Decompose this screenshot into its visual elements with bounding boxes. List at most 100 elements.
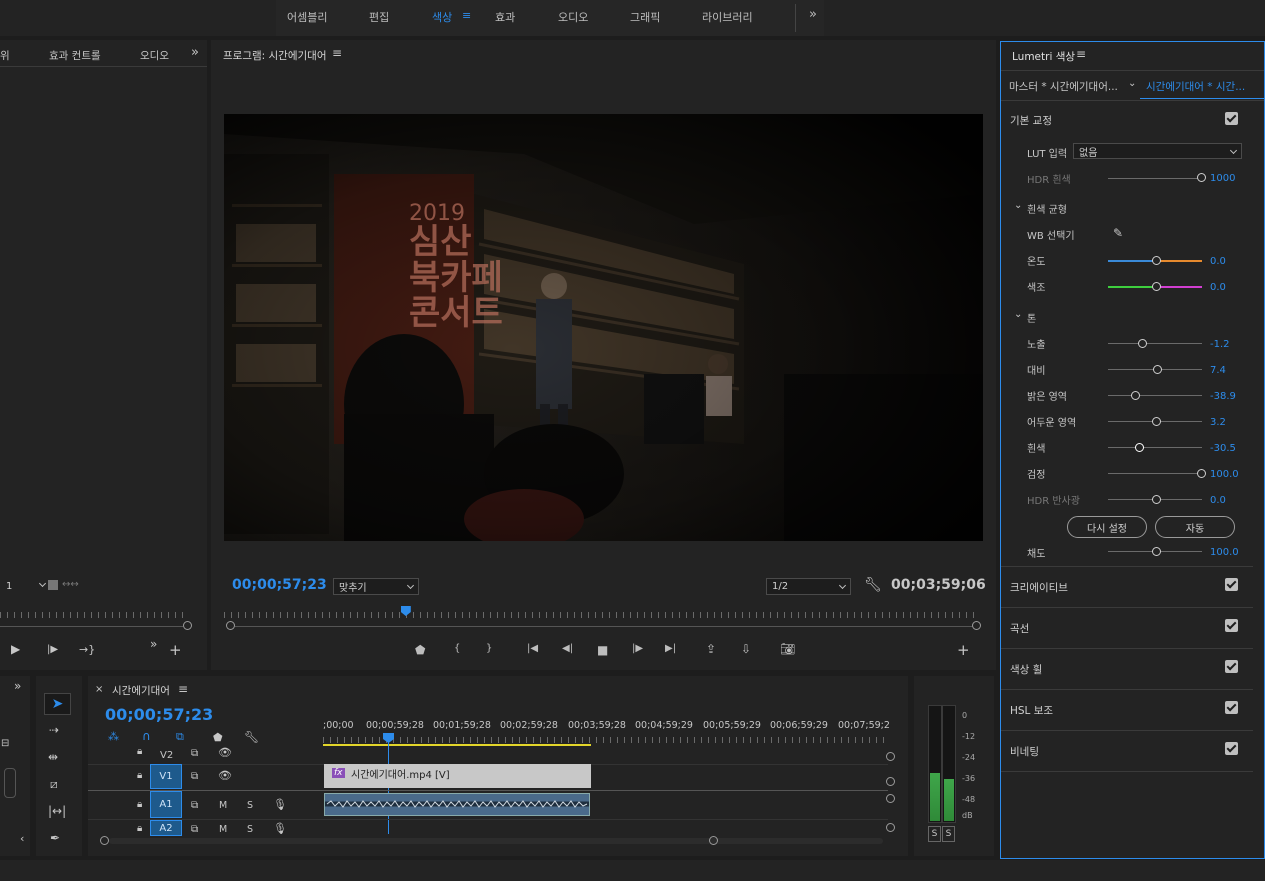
- tab-graphics[interactable]: 그래픽: [630, 9, 660, 25]
- highlights-slider-track[interactable]: [1108, 395, 1202, 396]
- ripple-edit-tool-icon[interactable]: ⇹: [48, 750, 58, 764]
- eyedropper-icon[interactable]: ✎: [1113, 226, 1123, 240]
- section-curves[interactable]: 곡선: [1010, 621, 1029, 636]
- video-frame[interactable]: 2019 심산 북카페 콘서트: [224, 114, 983, 541]
- auto-button[interactable]: 자동: [1155, 516, 1235, 538]
- workspace-menu-icon[interactable]: ≡: [462, 9, 471, 22]
- go-to-out-icon[interactable]: ▶|: [665, 643, 676, 654]
- timeline-zoom-start-handle[interactable]: [100, 836, 109, 845]
- section-hsl-secondary[interactable]: HSL 보조: [1010, 703, 1053, 718]
- tab-effect-controls[interactable]: 효과 컨트롤: [49, 48, 101, 63]
- color-wheels-checkbox[interactable]: [1225, 660, 1238, 673]
- tab-effects[interactable]: 효과: [495, 9, 515, 25]
- program-add-button-icon[interactable]: +: [957, 641, 970, 659]
- mute-button[interactable]: M: [219, 800, 227, 811]
- source-selector[interactable]: 1: [0, 579, 50, 593]
- tint-value[interactable]: 0.0: [1210, 282, 1226, 293]
- chevron-down-icon[interactable]: ⌄: [1128, 78, 1136, 89]
- close-icon[interactable]: ×: [95, 684, 103, 695]
- tint-slider-knob[interactable]: [1152, 282, 1161, 291]
- lock-icon[interactable]: 🔒︎: [137, 823, 142, 834]
- left-tab-partial[interactable]: 위: [0, 48, 10, 63]
- lumetri-tab-master[interactable]: 마스터 * 시간에기대어...: [1009, 79, 1118, 94]
- export-frame-camera-icon[interactable]: 📷︎: [780, 642, 795, 656]
- lut-input-select[interactable]: 없음: [1073, 143, 1242, 159]
- resolution-select[interactable]: 1/2: [766, 578, 851, 595]
- creative-checkbox[interactable]: [1225, 578, 1238, 591]
- section-white-balance[interactable]: 흰색 균형: [1027, 201, 1067, 216]
- play-icon[interactable]: ▶: [11, 642, 20, 656]
- blacks-value[interactable]: 100.0: [1210, 469, 1239, 480]
- sync-lock-icon[interactable]: ⧉: [191, 771, 198, 782]
- solo-button[interactable]: S: [247, 824, 253, 835]
- shadows-slider-knob[interactable]: [1152, 417, 1161, 426]
- lumetri-menu-icon[interactable]: ≡: [1076, 47, 1086, 61]
- vignette-checkbox[interactable]: [1225, 742, 1238, 755]
- zoom-level-select[interactable]: 맞추기: [333, 578, 419, 595]
- nest-sequence-icon[interactable]: ⁂: [108, 730, 119, 743]
- track-select-tool-icon[interactable]: ⇢: [49, 723, 59, 737]
- reset-button[interactable]: 다시 설정: [1067, 516, 1147, 538]
- tab-libraries[interactable]: 라이브러리: [702, 9, 753, 25]
- lock-icon[interactable]: 🔒︎: [137, 799, 142, 810]
- temperature-value[interactable]: 0.0: [1210, 256, 1226, 267]
- shadows-value[interactable]: 3.2: [1210, 417, 1226, 428]
- microphone-icon[interactable]: 🎙︎: [273, 798, 287, 811]
- video-clip[interactable]: fx 시간에기대어.mp4 [V]: [324, 764, 591, 788]
- timeline-zoom-bar[interactable]: [109, 838, 883, 844]
- timeline-settings-wrench-icon[interactable]: 🔧︎: [244, 730, 259, 744]
- tab-audio-mixer[interactable]: 오디오: [140, 48, 169, 63]
- mark-out-icon[interactable]: }: [486, 643, 492, 654]
- pen-tool-icon[interactable]: ✒: [50, 831, 60, 845]
- razor-tool-icon[interactable]: ⧄: [50, 777, 58, 792]
- program-zoom-end-handle[interactable]: [972, 621, 981, 630]
- track-a1-target[interactable]: A1: [150, 791, 182, 818]
- whites-slider-knob[interactable]: [1135, 443, 1144, 452]
- section-color-wheels[interactable]: 색상 휠: [1010, 662, 1042, 677]
- mark-in-icon[interactable]: {: [454, 643, 460, 654]
- section-creative[interactable]: 크리에이티브: [1010, 580, 1068, 595]
- selection-tool-icon[interactable]: ➤: [44, 693, 71, 715]
- timeline-zoom-end-handle[interactable]: [709, 836, 718, 845]
- eye-icon[interactable]: 👁︎: [218, 746, 232, 759]
- blacks-slider-knob[interactable]: [1197, 469, 1206, 478]
- eye-icon[interactable]: 👁︎: [218, 769, 232, 782]
- audio-clip[interactable]: [324, 793, 590, 816]
- left-add-button-icon[interactable]: +: [169, 641, 182, 659]
- track-scroll-handle[interactable]: [886, 752, 895, 761]
- exposure-slider-knob[interactable]: [1138, 339, 1147, 348]
- left-transport-more-icon[interactable]: »: [150, 637, 157, 651]
- curves-checkbox[interactable]: [1225, 619, 1238, 632]
- contrast-slider-knob[interactable]: [1153, 365, 1162, 374]
- add-marker-icon[interactable]: ⬟: [415, 643, 425, 657]
- lock-icon[interactable]: 🔒︎: [137, 770, 142, 781]
- timeline-title[interactable]: 시간에기대어: [112, 683, 170, 698]
- program-menu-icon[interactable]: ≡: [332, 46, 342, 60]
- sync-lock-icon[interactable]: ⧉: [191, 824, 198, 835]
- tab-audio[interactable]: 오디오: [558, 9, 588, 25]
- source-insert-icon[interactable]: [48, 580, 58, 590]
- project-more-icon[interactable]: »: [14, 679, 21, 693]
- slip-tool-icon[interactable]: |↔|: [48, 804, 66, 818]
- program-monitor-title[interactable]: 프로그램: 시간에기대어: [223, 48, 326, 63]
- linked-selection-icon[interactable]: ⧉: [176, 730, 184, 744]
- saturation-slider-knob[interactable]: [1152, 547, 1161, 556]
- saturation-value[interactable]: 100.0: [1210, 547, 1239, 558]
- section-tone[interactable]: 톤: [1027, 310, 1036, 325]
- section-vignette[interactable]: 비네팅: [1010, 744, 1039, 759]
- snap-magnet-icon[interactable]: ∩: [142, 729, 151, 743]
- chevron-down-icon[interactable]: ⌄: [1014, 309, 1022, 320]
- lift-icon[interactable]: ⇪: [706, 642, 716, 656]
- solo-left-button[interactable]: S: [928, 826, 941, 842]
- stop-icon[interactable]: ■: [597, 643, 608, 657]
- project-search-icon[interactable]: ⊟: [1, 738, 9, 749]
- work-area-bar[interactable]: [323, 744, 591, 746]
- exposure-value[interactable]: -1.2: [1210, 339, 1230, 350]
- track-a2-target[interactable]: A2: [150, 820, 182, 836]
- hsl-secondary-checkbox[interactable]: [1225, 701, 1238, 714]
- go-to-out-icon[interactable]: →}: [79, 643, 95, 656]
- track-v2-label[interactable]: V2: [160, 750, 173, 761]
- track-scroll-handle[interactable]: [886, 823, 895, 832]
- track-scroll-handle[interactable]: [886, 794, 895, 803]
- section-basic-correction[interactable]: 기본 교정: [1010, 113, 1052, 128]
